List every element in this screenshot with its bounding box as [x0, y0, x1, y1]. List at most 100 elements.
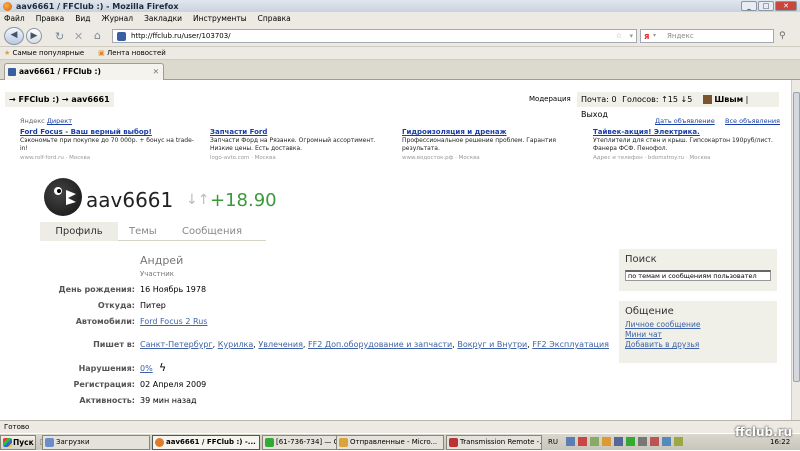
reload-icon[interactable]: ↻: [55, 30, 64, 43]
menu-file[interactable]: Файл: [4, 14, 25, 23]
taskbar-outlook[interactable]: Отправленные - Micro...: [336, 435, 444, 450]
rating-arrows-icon[interactable]: ↓↑: [186, 192, 209, 208]
bookmark-popular[interactable]: ★ Самые популярные: [4, 49, 84, 57]
tray-icon[interactable]: [590, 437, 599, 446]
search-engine-dropdown-icon[interactable]: ▾: [653, 30, 656, 42]
forward-button[interactable]: ▶: [26, 28, 42, 44]
yandex-logo-icon: Я: [644, 33, 650, 41]
yandex-direct-label[interactable]: Яндекс Директ: [20, 117, 72, 125]
tab-close-icon[interactable]: ✕: [153, 64, 159, 79]
from-value: Питер: [140, 301, 166, 310]
tab-profile[interactable]: Профиль: [40, 222, 118, 241]
page-content: → FFClub :) → aav6661 Модерация Почта: 0…: [0, 80, 791, 420]
breadcrumb[interactable]: → FFClub :) → aav6661: [5, 92, 114, 107]
menu-bookmarks[interactable]: Закладки: [144, 14, 182, 23]
user-avatar-icon: [702, 95, 712, 104]
stop-icon[interactable]: ✕: [74, 30, 83, 43]
give-ad-link[interactable]: Дать объявление: [655, 117, 715, 125]
votes-counter: Голосов: ↑15 ↓5: [622, 95, 693, 104]
car-link[interactable]: Ford Focus 2 Rus: [140, 317, 207, 326]
firefox-icon: [155, 438, 164, 447]
tray-icon[interactable]: [578, 437, 587, 446]
url-text: http://ffclub.ru/user/103703/: [131, 32, 231, 40]
forum-link[interactable]: Санкт-Петербург: [140, 340, 213, 349]
tray-icon[interactable]: [638, 437, 647, 446]
dropdown-arrow-icon[interactable]: ▾: [629, 30, 633, 42]
site-favicon-icon: [117, 32, 126, 41]
page-scrollbar[interactable]: [791, 80, 800, 420]
menu-edit[interactable]: Правка: [36, 14, 65, 23]
tray-icon[interactable]: [674, 437, 683, 446]
search-go-icon[interactable]: ⚲: [779, 31, 786, 41]
tray-icon[interactable]: [566, 437, 575, 446]
watermark-text: ffclub.ru: [735, 425, 793, 439]
forum-link[interactable]: Вокруг и Внутри: [457, 340, 527, 349]
tab-label: aav6661 / FFClub :): [19, 67, 101, 76]
tray-icon[interactable]: [626, 437, 635, 446]
url-input[interactable]: http://ffclub.ru/user/103703/ ☆ ▾: [112, 29, 637, 43]
user-avatar-icon: [44, 178, 82, 216]
tab-messages[interactable]: Сообщения: [182, 222, 242, 241]
maximize-button[interactable]: □: [758, 1, 774, 11]
mail-counter[interactable]: Почта: 0: [581, 95, 617, 104]
taskbar-transmission[interactable]: Transmission Remote -...: [446, 435, 542, 450]
user-short-name[interactable]: Швым: [714, 95, 743, 104]
back-button[interactable]: ◀: [4, 27, 24, 45]
window-titlebar: aav6661 / FFClub :) - Mozilla Firefox _ …: [0, 0, 800, 12]
menu-history[interactable]: Журнал: [102, 14, 134, 23]
tab-active[interactable]: aav6661 / FFClub :) ✕: [4, 63, 164, 80]
tab-topics[interactable]: Темы: [129, 222, 157, 241]
tab-favicon-icon: [8, 68, 16, 76]
search-input[interactable]: Я ▾ Яндекс: [640, 29, 774, 43]
tab-strip: aav6661 / FFClub :) ✕: [0, 60, 800, 80]
bookmark-star-icon[interactable]: ☆: [616, 30, 622, 42]
all-ads-link[interactable]: Все объявления: [725, 117, 780, 125]
minimize-button[interactable]: _: [741, 1, 757, 11]
violations-label: Нарушения:: [78, 364, 135, 373]
status-bar: Готово: [0, 420, 800, 433]
menu-view[interactable]: Вид: [75, 14, 90, 23]
start-button[interactable]: Пуск: [0, 435, 36, 450]
forum-link[interactable]: FF2 Доп.оборудование и запчасти: [308, 340, 452, 349]
windows-logo-icon: [3, 438, 12, 447]
tray-icon[interactable]: [650, 437, 659, 446]
from-label: Откуда:: [97, 301, 135, 310]
registration-label: Регистрация:: [73, 380, 135, 389]
menu-help[interactable]: Справка: [258, 14, 291, 23]
registration-value: 02 Апреля 2009: [140, 380, 207, 389]
taskbar-firefox[interactable]: aav6661 / FFClub :) -...: [152, 435, 260, 450]
ad-block[interactable]: Запчасти Ford Запчасти Форд на Рязанке. О…: [210, 128, 390, 161]
bookmark-news[interactable]: ▣ Лента новостей: [98, 49, 166, 57]
ad-block[interactable]: Ford Focus - Ваш верный выбор! Сэкономьте…: [20, 128, 200, 161]
taskbar-downloads[interactable]: Загрузки: [42, 435, 150, 450]
add-friend-link[interactable]: Добавить в друзья: [619, 340, 777, 350]
close-button[interactable]: ✕: [775, 1, 797, 11]
communication-title: Общение: [625, 306, 674, 317]
scrollbar-thumb[interactable]: [793, 92, 800, 382]
windows-taskbar: Пуск 🗀 Загрузки aav6661 / FFClub :) -...…: [0, 433, 800, 450]
language-indicator[interactable]: RU: [548, 435, 558, 450]
tray-icon[interactable]: [602, 437, 611, 446]
moderation-link[interactable]: Модерация: [529, 95, 571, 103]
forum-link[interactable]: Увлечения: [258, 340, 303, 349]
logout-link[interactable]: Выход: [581, 110, 608, 119]
mini-chat-link[interactable]: Мини чат: [619, 330, 777, 340]
ad-block[interactable]: Гидроизоляция и дренаж Профессиональное р…: [402, 128, 582, 161]
violations-link[interactable]: 0%: [140, 364, 153, 373]
tray-icon[interactable]: [662, 437, 671, 446]
user-nickname: aav6661: [86, 188, 174, 212]
private-message-link[interactable]: Личное сообщение: [619, 320, 777, 330]
forum-link[interactable]: Курилка: [218, 340, 254, 349]
tray-icon[interactable]: [614, 437, 623, 446]
menu-bar: Файл Правка Вид Журнал Закладки Инструме…: [0, 12, 800, 25]
ad-block[interactable]: Тайвек-акция! Электрика. Утеплители для с…: [593, 128, 773, 161]
forum-link[interactable]: FF2 Эксплуатация: [532, 340, 609, 349]
home-icon[interactable]: ⌂: [94, 29, 101, 42]
real-name: Андрей: [140, 254, 184, 267]
forward-arrow-icon: ▶: [30, 31, 38, 41]
search-title: Поиск: [625, 254, 657, 265]
lightning-icon[interactable]: ϟ: [159, 361, 166, 374]
writes-label: Пишет в:: [93, 340, 135, 349]
menu-tools[interactable]: Инструменты: [193, 14, 247, 23]
profile-search-input[interactable]: по темам и сообщениям пользовател: [625, 270, 771, 281]
